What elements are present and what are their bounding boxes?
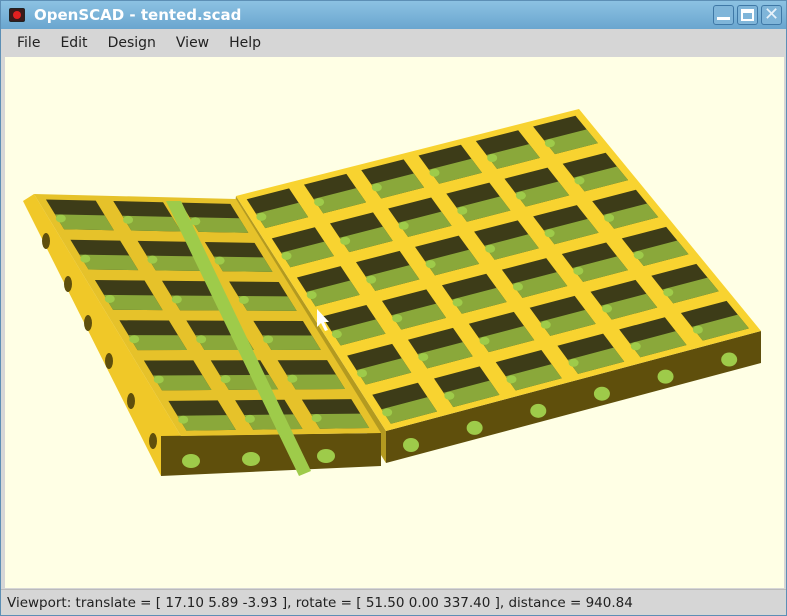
right-plate-screw-hole [506, 375, 517, 384]
right-plate-screw-hole [357, 369, 368, 378]
right-plate-screw-hole [512, 282, 523, 291]
side-hole [721, 352, 738, 367]
right-plate-screw-hole [314, 198, 325, 207]
left-plate-screw-hole [55, 214, 66, 223]
menu-bar: File Edit Design View Help [1, 29, 786, 57]
menu-design[interactable]: Design [108, 35, 156, 51]
right-plate-screw-hole [331, 330, 342, 339]
openscad-window: OpenSCAD - tented.scad ✕ File Edit Desig… [0, 0, 787, 616]
rendered-model [23, 109, 761, 476]
right-plate-screw-hole [425, 260, 436, 269]
right-plate-screw-hole [692, 325, 703, 334]
left-plate-screw-hole [244, 414, 255, 423]
right-plate-screw-hole [540, 320, 551, 329]
left-plate-screw-hole [147, 255, 158, 264]
side-hole [657, 369, 674, 384]
side-hole [593, 386, 610, 401]
front-hole [182, 454, 200, 468]
menu-help[interactable]: Help [229, 35, 261, 51]
window-title: OpenSCAD - tented.scad [34, 6, 242, 24]
left-plate-screw-hole [287, 374, 298, 383]
right-plate-screw-hole [487, 153, 498, 162]
left-plate-screw-hole [178, 415, 189, 424]
minimize-button[interactable] [713, 5, 734, 25]
left-plate-screw-hole [129, 335, 140, 344]
right-plate-screw-hole [392, 314, 403, 323]
right-plate-screw-hole [515, 191, 526, 200]
openscad-app-icon [9, 8, 25, 22]
left-plate-screw-hole [220, 375, 231, 384]
right-plate-screw-hole [398, 221, 409, 230]
side-hole [105, 353, 113, 369]
side-hole [42, 233, 50, 249]
right-plate-screw-hole [429, 168, 440, 177]
status-bar: Viewport: translate = [ 17.10 5.89 -3.93… [1, 589, 786, 616]
3d-viewport[interactable] [5, 57, 784, 588]
right-plate-screw-hole [418, 353, 429, 362]
right-plate-screw-hole [371, 183, 382, 192]
right-plate-screw-hole [306, 291, 317, 300]
right-plate-screw-hole [281, 251, 292, 260]
right-plate-screw-hole [544, 139, 555, 148]
left-plate-screw-hole [238, 295, 249, 304]
right-plate-screw-hole [568, 358, 579, 367]
left-plate-screw-hole [80, 254, 91, 263]
left-plate-screw-hole [104, 294, 115, 303]
right-plate-screw-hole [630, 342, 641, 351]
right-plate-screw-hole [544, 229, 555, 238]
right-plate-screw-hole [457, 206, 468, 215]
maximize-button[interactable] [737, 5, 758, 25]
side-hole [84, 315, 92, 331]
left-plate-screw-hole [171, 295, 182, 304]
close-button[interactable]: ✕ [761, 5, 782, 25]
right-plate-screw-hole [574, 176, 585, 185]
front-hole [317, 449, 335, 463]
side-hole [466, 420, 483, 435]
side-hole [64, 276, 72, 292]
right-plate-screw-hole [256, 212, 267, 221]
right-plate-screw-hole [485, 244, 496, 253]
right-plate-screw-hole [382, 408, 393, 417]
right-plate-screw-hole [573, 266, 584, 275]
left-plate-screw-hole [153, 375, 164, 384]
side-hole [127, 393, 135, 409]
side-hole [530, 403, 547, 418]
right-plate-screw-hole [602, 304, 613, 313]
right-plate-screw-hole [663, 288, 674, 297]
title-bar[interactable]: OpenSCAD - tented.scad ✕ [1, 1, 786, 29]
menu-view[interactable]: View [176, 35, 209, 51]
right-plate-screw-hole [633, 251, 644, 260]
left-plate-screw-hole [196, 335, 207, 344]
menu-edit[interactable]: Edit [60, 35, 87, 51]
right-plate-screw-hole [452, 298, 463, 307]
menu-file[interactable]: File [17, 35, 40, 51]
left-plate-screw-hole [263, 335, 274, 344]
front-hole [242, 452, 260, 466]
side-hole [403, 438, 419, 452]
right-plate-screw-hole [479, 336, 490, 345]
right-plate-screw-hole [444, 391, 455, 400]
left-plate-screw-hole [311, 414, 322, 423]
right-plate-screw-hole [340, 236, 351, 245]
side-hole [149, 433, 157, 449]
left-plate-screw-hole [123, 215, 134, 224]
left-plate-screw-hole [214, 256, 225, 265]
right-plate-screw-hole [366, 275, 377, 284]
right-plate-screw-hole [604, 213, 615, 222]
